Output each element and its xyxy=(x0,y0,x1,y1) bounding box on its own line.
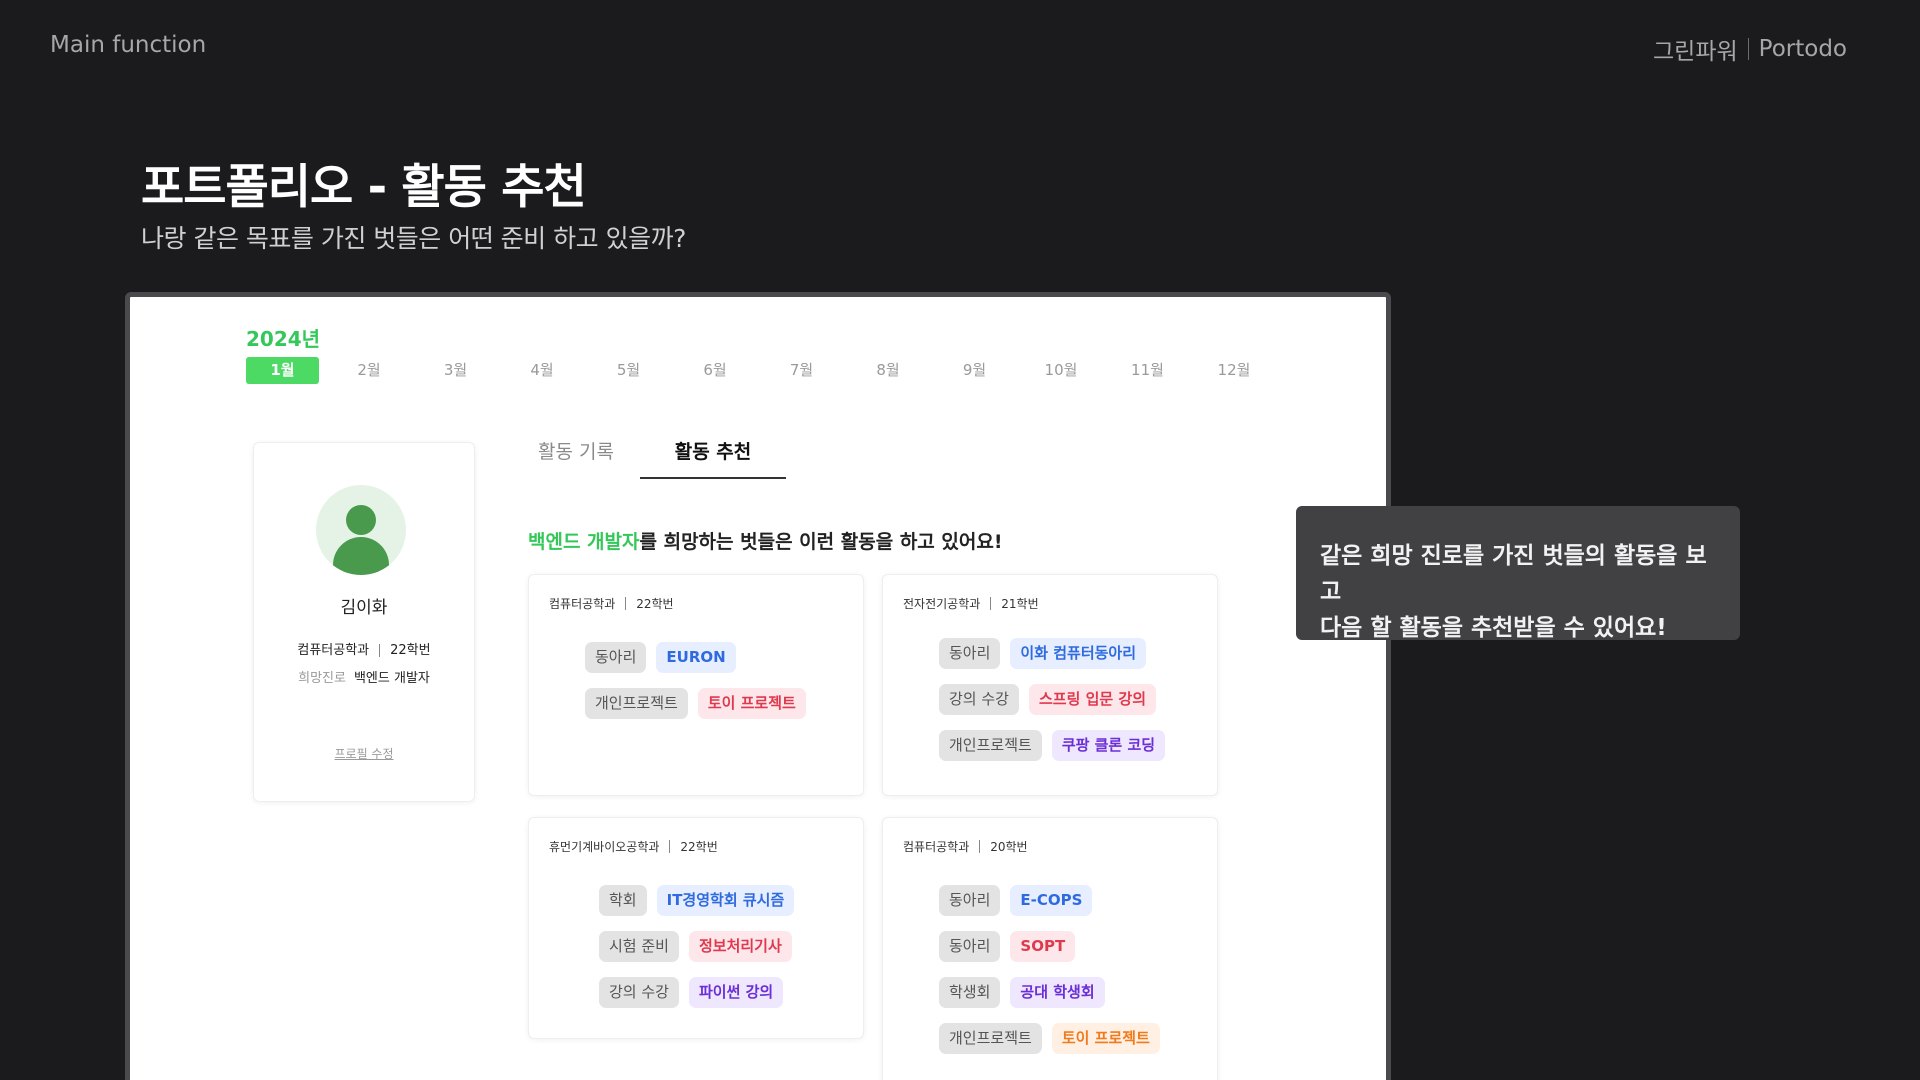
activity-row: 동아리 EURON xyxy=(585,641,816,674)
product-name: Portodo xyxy=(1758,36,1847,62)
app-screenshot-frame: 2024년 1월 2월 3월 4월 5월 6월 7월 8월 9월 10월 11월 12월 김이화 컴퓨… xyxy=(125,292,1391,1080)
section-label: Main function xyxy=(50,32,207,58)
card-header: 컴퓨터공학과 22학번 xyxy=(549,595,674,612)
profile-department: 컴퓨터공학과 xyxy=(297,643,370,658)
card-header: 전자전기공학과 21학번 xyxy=(903,595,1039,612)
activity-name-chip[interactable]: 공대 학생회 xyxy=(1010,977,1105,1008)
month-4[interactable]: 4월 xyxy=(506,357,579,384)
page-subtitle: 나랑 같은 목표를 가진 벗들은 어떤 준비 하고 있을까? xyxy=(141,224,686,253)
profile-name: 김이화 xyxy=(340,598,388,618)
month-9[interactable]: 9월 xyxy=(938,357,1011,384)
activity-name-chip[interactable]: 정보처리기사 xyxy=(688,931,792,962)
tooltip-line-2: 다음 할 활동을 추천받을 수 있어요! xyxy=(1320,615,1667,641)
activity-category-chip: 동아리 xyxy=(939,931,1001,962)
profile-goal: 희망진로 백엔드 개발자 xyxy=(254,667,474,686)
activity-row: 학회 IT경영학회 큐시즘 xyxy=(599,884,804,917)
recommendation-card[interactable]: 전자전기공학과 21학번동아리 이화 컴퓨터동아리강의 수강 스프링 입문 강의개인프… xyxy=(882,574,1218,796)
activity-row: 동아리 SOPT xyxy=(939,930,1170,963)
activity-row: 동아리 이화 컴퓨터동아리 xyxy=(939,637,1175,670)
activity-row: 시험 준비 정보처리기사 xyxy=(599,930,804,963)
card-class-year: 20학번 xyxy=(990,840,1028,854)
activity-name-chip[interactable]: 스프링 입문 강의 xyxy=(1028,684,1157,715)
card-header: 컴퓨터공학과 20학번 xyxy=(903,838,1028,855)
card-header: 휴먼기계바이오공학과 22학번 xyxy=(549,838,718,855)
activity-category-chip: 개인프로젝트 xyxy=(585,688,688,719)
goal-highlight: 백엔드 개발자 xyxy=(528,531,640,553)
profile-goal-label: 희망진로 xyxy=(298,671,346,686)
activity-category-chip: 동아리 xyxy=(585,642,647,673)
activity-row: 개인프로젝트 토이 프로젝트 xyxy=(939,1022,1170,1055)
month-7[interactable]: 7월 xyxy=(765,357,838,384)
page-title: 포트폴리오 - 활동 추천 xyxy=(141,160,587,215)
activity-name-chip[interactable]: 토이 프로젝트 xyxy=(1051,1023,1160,1054)
activity-category-chip: 학생회 xyxy=(939,977,1001,1008)
activity-category-chip: 개인프로젝트 xyxy=(939,1023,1042,1054)
month-1[interactable]: 1월 xyxy=(246,357,319,384)
activity-name-chip[interactable]: SOPT xyxy=(1010,931,1076,962)
tab-activity-recommendation[interactable]: 활동 추천 xyxy=(640,437,786,479)
profile-card: 김이화 컴퓨터공학과 22학번 희망진로 백엔드 개발자 프로필 수정 xyxy=(253,442,475,802)
activity-category-chip: 시험 준비 xyxy=(599,931,679,962)
activity-row: 개인프로젝트 쿠팡 클론 코딩 xyxy=(939,729,1175,762)
month-2[interactable]: 2월 xyxy=(333,357,406,384)
card-department: 전자전기공학과 xyxy=(903,597,981,611)
recommendation-card[interactable]: 컴퓨터공학과 20학번동아리 E-COPS 동아리 SOPT 학생회 공대 학생회개인프로젝… xyxy=(882,817,1218,1080)
card-class-year: 22학번 xyxy=(636,597,674,611)
activity-name-chip[interactable]: 이화 컴퓨터동아리 xyxy=(1010,638,1147,669)
recommendation-card[interactable]: 컴퓨터공학과 22학번동아리 EURON 개인프로젝트 토이 프로젝트 xyxy=(528,574,864,796)
profile-info: 컴퓨터공학과 22학번 xyxy=(254,639,474,658)
activity-category-chip: 동아리 xyxy=(939,885,1001,916)
card-department: 휴먼기계바이오공학과 xyxy=(549,840,660,854)
activity-row: 학생회 공대 학생회 xyxy=(939,976,1170,1009)
activity-category-chip: 동아리 xyxy=(939,638,1001,669)
month-3[interactable]: 3월 xyxy=(419,357,492,384)
month-6[interactable]: 6월 xyxy=(679,357,752,384)
recommendation-card[interactable]: 휴먼기계바이오공학과 22학번학회 IT경영학회 큐시즘시험 준비 정보처리기사강의 … xyxy=(528,817,864,1039)
activity-category-chip: 학회 xyxy=(599,885,647,916)
tab-activity-record[interactable]: 활동 기록 xyxy=(526,437,626,479)
activity-name-chip[interactable]: 쿠팡 클론 코딩 xyxy=(1051,730,1166,761)
activity-name-chip[interactable]: E-COPS xyxy=(1010,885,1093,916)
heading-rest: 를 희망하는 벗들은 이런 활동을 하고 있어요! xyxy=(639,531,1003,553)
tooltip-line-1: 같은 희망 진로를 가진 벗들의 활동을 보고 xyxy=(1320,543,1707,605)
activity-name-chip[interactable]: IT경영학회 큐시즘 xyxy=(656,885,795,916)
activity-row: 강의 수강 스프링 입문 강의 xyxy=(939,683,1175,716)
profile-class-year: 22학번 xyxy=(390,643,431,658)
activity-row: 강의 수강 파이썬 강의 xyxy=(599,976,804,1009)
month-11[interactable]: 11월 xyxy=(1111,357,1184,384)
activity-name-chip[interactable]: 파이썬 강의 xyxy=(688,977,784,1008)
month-8[interactable]: 8월 xyxy=(852,357,925,384)
month-12[interactable]: 12월 xyxy=(1198,357,1271,384)
feature-tooltip: 같은 희망 진로를 가진 벗들의 활동을 보고 다음 할 활동을 추천받을 수 … xyxy=(1296,506,1740,641)
profile-goal-value: 백엔드 개발자 xyxy=(353,671,430,686)
month-10[interactable]: 10월 xyxy=(1025,357,1098,384)
team-name: 그린파워 xyxy=(1653,39,1738,65)
card-department: 컴퓨터공학과 xyxy=(903,840,970,854)
edit-profile-link[interactable]: 프로필 수정 xyxy=(254,745,474,762)
tab-bar: 활동 기록 활동 추천 xyxy=(526,437,786,479)
recommendation-heading: 백엔드 개발자를 희망하는 벗들은 이런 활동을 하고 있어요! xyxy=(528,527,1003,554)
activity-name-chip[interactable]: EURON xyxy=(656,642,736,673)
card-department: 컴퓨터공학과 xyxy=(549,597,616,611)
calendar-year: 2024년 xyxy=(246,327,321,351)
activity-row: 동아리 E-COPS xyxy=(939,884,1170,917)
activity-category-chip: 강의 수강 xyxy=(599,977,679,1008)
user-avatar-icon xyxy=(316,485,406,575)
month-5[interactable]: 5월 xyxy=(592,357,665,384)
brand-divider xyxy=(1747,38,1749,60)
activity-category-chip: 강의 수강 xyxy=(939,684,1019,715)
month-selector: 1월 2월 3월 4월 5월 6월 7월 8월 9월 10월 11월 12월 xyxy=(246,357,1284,384)
activity-name-chip[interactable]: 토이 프로젝트 xyxy=(697,688,806,719)
brand: 그린파워 Portodo xyxy=(1653,32,1847,66)
card-class-year: 21학번 xyxy=(1001,597,1039,611)
activity-category-chip: 개인프로젝트 xyxy=(939,730,1042,761)
card-class-year: 22학번 xyxy=(680,840,718,854)
activity-row: 개인프로젝트 토이 프로젝트 xyxy=(585,687,816,720)
